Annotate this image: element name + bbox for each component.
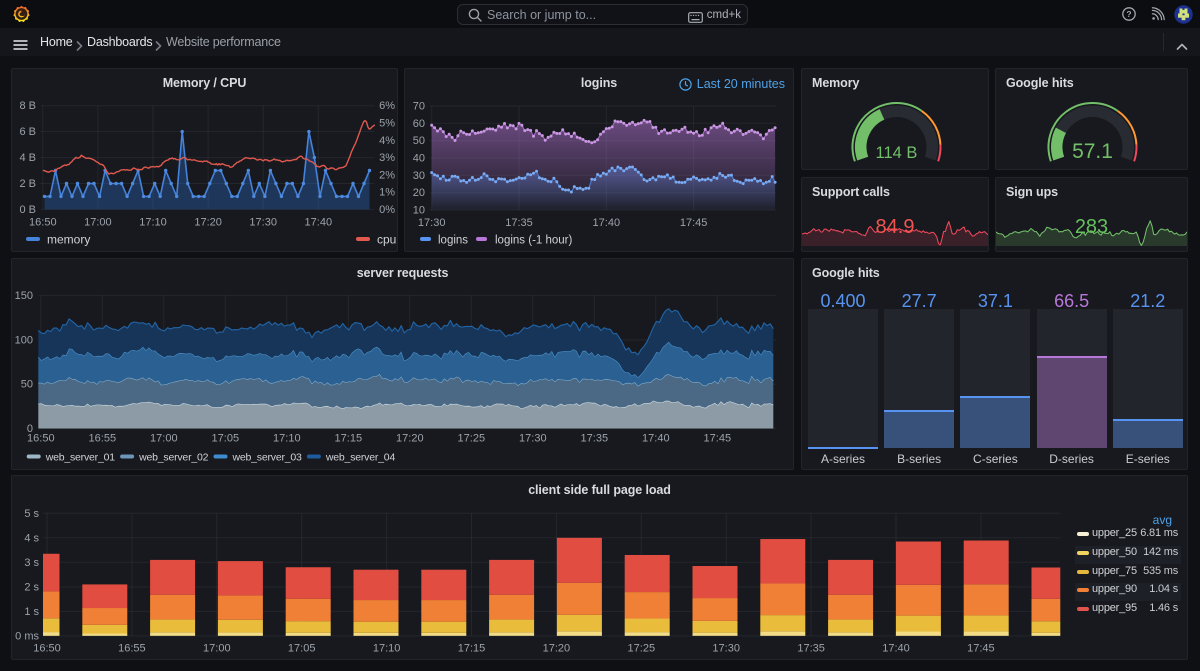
svg-text:1%: 1% (379, 187, 395, 199)
svg-text:70: 70 (413, 101, 425, 113)
svg-text:20: 20 (413, 187, 425, 199)
svg-text:17:10: 17:10 (273, 433, 301, 445)
svg-text:?: ? (1126, 9, 1131, 19)
svg-text:17:10: 17:10 (139, 216, 167, 228)
svg-text:17:00: 17:00 (203, 642, 231, 654)
svg-text:16:50: 16:50 (33, 642, 61, 654)
svg-text:40: 40 (413, 153, 425, 165)
svg-text:memory: memory (47, 233, 90, 247)
svg-text:5 s: 5 s (24, 508, 39, 520)
svg-text:17:25: 17:25 (628, 642, 656, 654)
svg-text:0 B: 0 B (19, 204, 36, 216)
svg-text:17:45: 17:45 (680, 217, 708, 229)
svg-text:17:05: 17:05 (212, 433, 240, 445)
svg-text:2 B: 2 B (19, 178, 36, 190)
svg-text:3%: 3% (379, 152, 395, 164)
svg-text:50: 50 (413, 135, 425, 147)
svg-text:5%: 5% (379, 118, 395, 130)
svg-text:4 s: 4 s (24, 532, 39, 544)
svg-text:2%: 2% (379, 169, 395, 181)
svg-text:17:10: 17:10 (373, 642, 401, 654)
svg-text:cpu: cpu (377, 233, 396, 247)
svg-text:web_server_04: web_server_04 (325, 452, 396, 464)
svg-text:17:35: 17:35 (797, 642, 825, 654)
svg-text:16:55: 16:55 (89, 433, 117, 445)
svg-text:17:05: 17:05 (288, 642, 316, 654)
svg-text:16:50: 16:50 (27, 433, 55, 445)
svg-text:3 s: 3 s (24, 557, 39, 569)
svg-text:17:20: 17:20 (543, 642, 571, 654)
svg-text:0 ms: 0 ms (15, 630, 39, 642)
svg-text:6%: 6% (379, 100, 395, 112)
svg-text:17:35: 17:35 (505, 217, 533, 229)
svg-text:114 B: 114 B (876, 144, 918, 162)
svg-text:17:20: 17:20 (396, 433, 424, 445)
svg-text:8 B: 8 B (19, 100, 36, 112)
svg-text:4 B: 4 B (19, 152, 36, 164)
svg-text:17:45: 17:45 (704, 433, 732, 445)
svg-text:4%: 4% (379, 135, 395, 147)
svg-text:17:30: 17:30 (712, 642, 740, 654)
svg-text:17:00: 17:00 (84, 216, 112, 228)
svg-text:57.1: 57.1 (1072, 140, 1113, 163)
svg-text:17:30: 17:30 (249, 216, 277, 228)
svg-text:30: 30 (413, 170, 425, 182)
svg-text:100: 100 (15, 334, 33, 346)
svg-text:1 s: 1 s (24, 606, 39, 618)
svg-text:web_server_03: web_server_03 (232, 452, 303, 464)
svg-text:17:45: 17:45 (967, 642, 995, 654)
svg-text:16:50: 16:50 (29, 216, 57, 228)
svg-text:17:40: 17:40 (642, 433, 670, 445)
svg-text:17:35: 17:35 (581, 433, 609, 445)
svg-text:16:55: 16:55 (118, 642, 146, 654)
svg-text:6 B: 6 B (19, 126, 36, 138)
svg-text:17:15: 17:15 (458, 642, 486, 654)
svg-text:17:00: 17:00 (150, 433, 178, 445)
svg-text:60: 60 (413, 118, 425, 130)
svg-text:17:15: 17:15 (335, 433, 363, 445)
svg-text:web_server_02: web_server_02 (138, 452, 209, 464)
svg-text:0%: 0% (379, 204, 395, 216)
svg-text:17:40: 17:40 (593, 217, 621, 229)
svg-text:50: 50 (21, 379, 33, 391)
svg-text:2 s: 2 s (24, 581, 39, 593)
svg-text:17:40: 17:40 (305, 216, 333, 228)
svg-text:17:20: 17:20 (194, 216, 222, 228)
svg-text:17:40: 17:40 (882, 642, 910, 654)
svg-text:17:30: 17:30 (519, 433, 547, 445)
svg-text:10: 10 (413, 205, 425, 217)
svg-text:17:25: 17:25 (458, 433, 486, 445)
svg-text:17:30: 17:30 (418, 217, 446, 229)
svg-text:web_server_01: web_server_01 (45, 452, 116, 464)
svg-text:logins (-1 hour): logins (-1 hour) (495, 235, 573, 247)
svg-text:150: 150 (15, 290, 33, 302)
svg-text:logins: logins (438, 235, 468, 247)
